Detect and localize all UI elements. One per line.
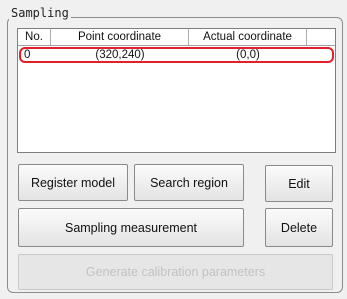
column-header-empty: [307, 29, 335, 45]
cell-point-coordinate: (320,240): [95, 49, 145, 61]
cell-actual-coordinate: (0,0): [236, 49, 260, 61]
delete-button[interactable]: Delete: [265, 208, 333, 247]
column-header-actual-coordinate[interactable]: Actual coordinate: [189, 29, 307, 45]
table-row[interactable]: 0 (320,240) (0,0): [19, 47, 334, 63]
search-region-button[interactable]: Search region: [134, 164, 244, 201]
sampling-table[interactable]: No. Point coordinate Actual coordinate 0…: [17, 28, 336, 153]
edit-button[interactable]: Edit: [265, 165, 333, 202]
sampling-measurement-button[interactable]: Sampling measurement: [18, 208, 244, 247]
column-header-point-coordinate[interactable]: Point coordinate: [51, 29, 189, 45]
register-model-button[interactable]: Register model: [18, 164, 128, 201]
generate-calibration-parameters-button[interactable]: Generate calibration parameters: [18, 254, 333, 290]
table-header: No. Point coordinate Actual coordinate: [18, 29, 335, 46]
cell-no: 0: [24, 49, 31, 61]
column-header-no[interactable]: No.: [18, 29, 51, 45]
sampling-group-title: Sampling: [9, 6, 71, 20]
